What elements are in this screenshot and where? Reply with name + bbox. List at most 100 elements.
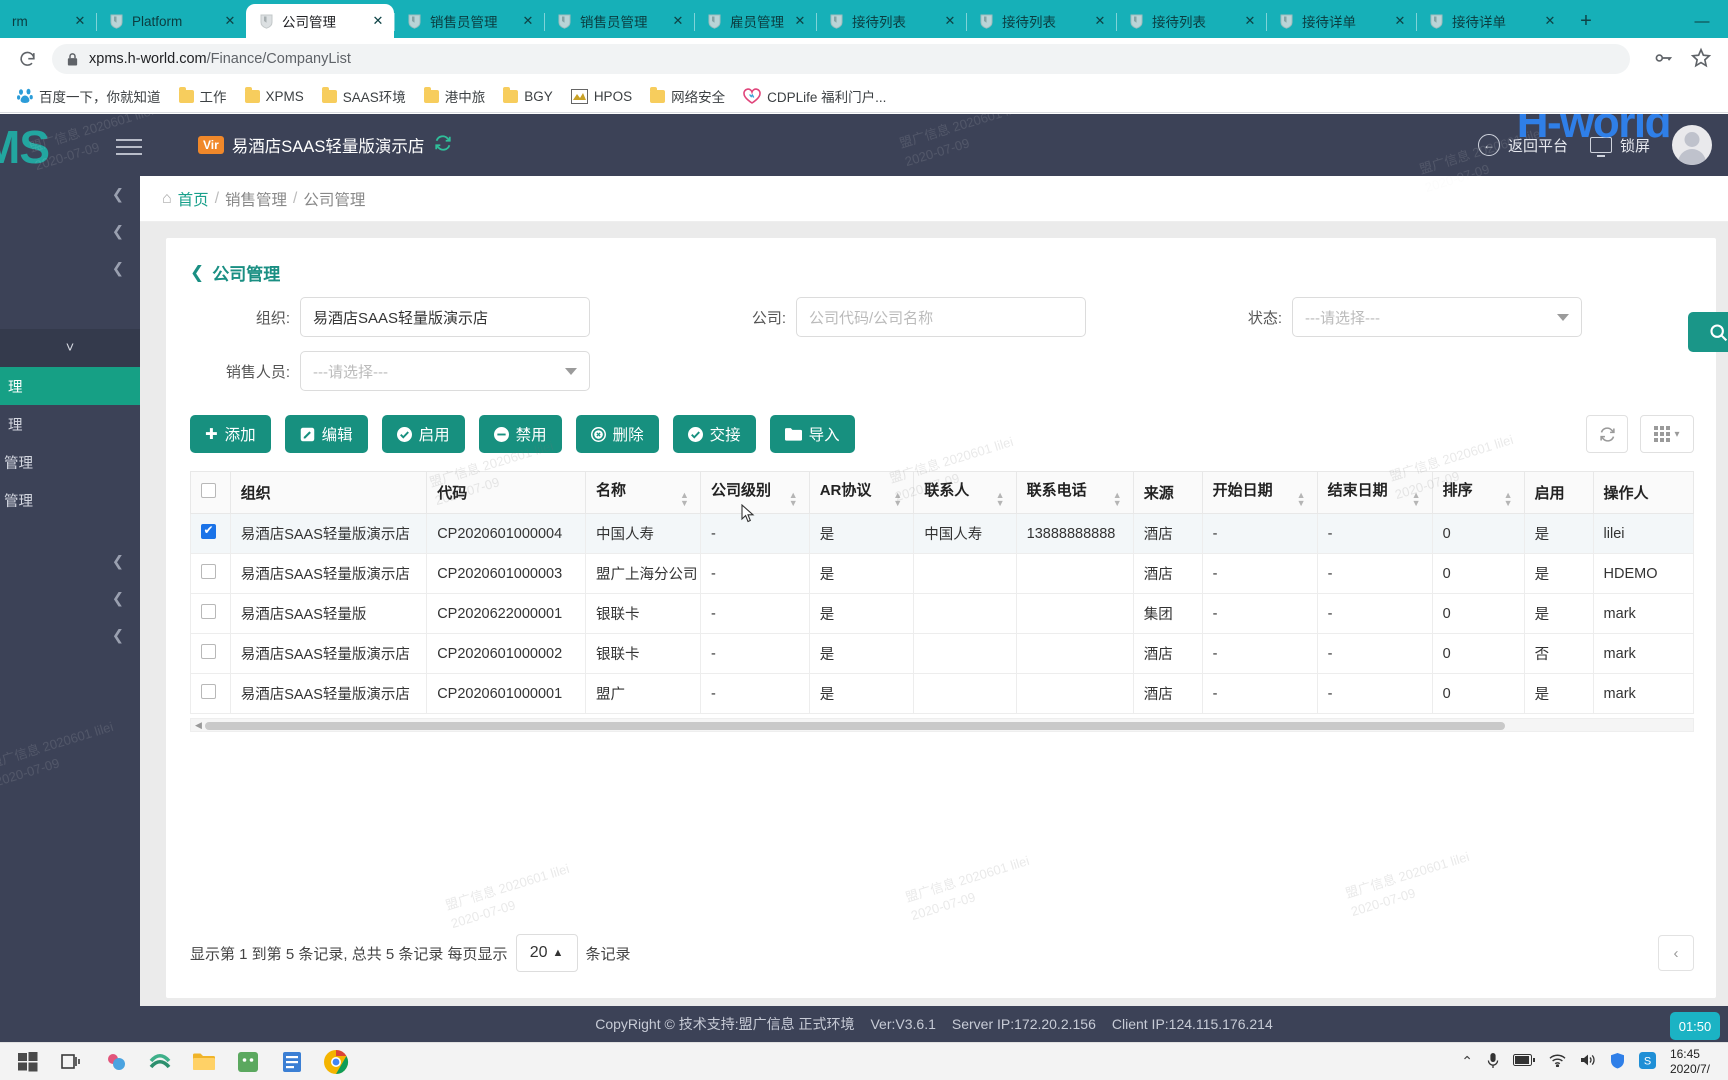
url-bar[interactable]: xpms.h-world.com/Finance/CompanyList — [52, 44, 1630, 74]
bookmark-item[interactable]: 港中旅 — [417, 83, 493, 109]
sort-arrows-icon[interactable]: ▲ ▼ — [996, 490, 1005, 507]
company-input[interactable]: 公司代码/公司名称 — [796, 297, 1086, 337]
toolbar-button-导入[interactable]: 导入 — [769, 415, 855, 453]
taskbar-clock[interactable]: 16:45 2020/7/ — [1670, 1047, 1710, 1077]
org-input[interactable]: 易酒店SAAS轻量版演示店 — [300, 297, 590, 337]
table-row[interactable]: 易酒店SAAS轻量版演示店CP2020601000004中国人寿-是中国人寿13… — [190, 513, 1695, 554]
bookmark-item[interactable]: 百度一下，你就知道 — [10, 83, 168, 109]
password-key-icon[interactable] — [1652, 47, 1676, 71]
sidebar-item-4[interactable]: 管理 — [0, 481, 140, 519]
app-icon-1[interactable] — [94, 1044, 138, 1080]
tab-close-icon[interactable]: ✕ — [1242, 13, 1258, 29]
browser-tab[interactable]: 接待详单 ✕ — [1266, 4, 1416, 38]
toolbar-button-添加[interactable]: ✚ 添加 — [190, 415, 271, 453]
breadcrumb-level2[interactable]: 销售管理 — [225, 188, 287, 210]
scrollbar-thumb[interactable] — [205, 722, 1505, 730]
table-header-end[interactable]: 结束日期 ▲ ▼ — [1317, 471, 1433, 514]
bookmark-item[interactable]: BGY — [496, 86, 560, 107]
table-row[interactable]: 易酒店SAAS轻量版 CP2020622000001 银联卡 - 是集团 - -0 是 mark — [190, 593, 1695, 634]
row-checkbox[interactable] — [201, 604, 216, 619]
column-settings-button[interactable]: ▾ — [1640, 415, 1694, 453]
tab-close-icon[interactable]: ✕ — [1542, 13, 1558, 29]
toolbar-button-启用[interactable]: 启用 — [381, 415, 465, 453]
task-view-icon[interactable] — [50, 1044, 94, 1080]
sort-arrows-icon[interactable]: ▲ ▼ — [1297, 490, 1306, 507]
table-header-phone[interactable]: 联系电话 ▲ ▼ — [1016, 471, 1134, 514]
table-header-name[interactable]: 名称 ▲ ▼ — [585, 471, 702, 514]
browser-tab[interactable]: 接待详单 ✕ — [1416, 4, 1566, 38]
prev-page-button[interactable]: ‹ — [1658, 935, 1694, 971]
shield-icon[interactable] — [1610, 1052, 1625, 1072]
sidebar-collapse-4[interactable]: ❮ — [0, 543, 140, 580]
folder-icon[interactable] — [182, 1044, 226, 1080]
row-checkbox[interactable] — [201, 684, 216, 699]
table-row[interactable]: 易酒店SAAS轻量版演示店 CP2020601000003 盟广上海分公司 - 是酒店 -… — [190, 553, 1695, 594]
row-checkbox[interactable] — [201, 644, 216, 659]
sidebar-collapse-1[interactable]: ❮ — [0, 176, 140, 213]
windows-start-icon[interactable] — [6, 1044, 50, 1080]
menu-toggle-icon[interactable] — [116, 134, 142, 160]
chevron-up-icon[interactable]: ⌃ — [1461, 1053, 1473, 1070]
new-tab-button[interactable]: + — [1570, 6, 1602, 36]
browser-tab[interactable]: 公司管理 ✕ — [246, 4, 394, 38]
window-minimize-button[interactable]: — — [1680, 6, 1724, 36]
tab-close-icon[interactable]: ✕ — [792, 13, 808, 29]
browser-tab[interactable]: 销售员管理 ✕ — [394, 4, 544, 38]
app-icon-3[interactable] — [226, 1044, 270, 1080]
wifi-icon[interactable] — [1549, 1054, 1566, 1070]
table-cell-checkbox[interactable] — [190, 553, 231, 594]
scroll-left-arrow-icon[interactable]: ◀ — [195, 720, 202, 731]
sort-arrows-icon[interactable]: ▲ ▼ — [680, 490, 689, 507]
back-chevron-icon[interactable]: ❮ — [190, 263, 204, 283]
sort-arrows-icon[interactable]: ▲ ▼ — [1504, 490, 1513, 507]
app-icon-2[interactable] — [138, 1044, 182, 1080]
table-cell-checkbox[interactable] — [190, 633, 231, 674]
sort-arrows-icon[interactable]: ▲ ▼ — [1113, 490, 1122, 507]
sidebar-collapse-5[interactable]: ❮ — [0, 580, 140, 617]
table-header-ar[interactable]: AR协议 ▲ ▼ — [809, 471, 915, 514]
sidebar-item-3[interactable]: 管理 — [0, 443, 140, 481]
chrome-icon[interactable] — [314, 1044, 358, 1080]
browser-tab[interactable]: rm ✕ — [0, 4, 96, 38]
browser-tab[interactable]: Platform ✕ — [96, 4, 246, 38]
bookmark-item[interactable]: 工作 — [172, 83, 234, 109]
bookmark-item[interactable]: HPOS — [564, 86, 639, 107]
sidebar-item-2[interactable]: 理 — [0, 405, 140, 443]
bookmark-item[interactable]: XPMS — [238, 86, 311, 107]
table-header-contact[interactable]: 联系人 ▲ ▼ — [913, 471, 1017, 514]
select-all-checkbox[interactable] — [201, 483, 216, 498]
avatar[interactable] — [1672, 125, 1712, 165]
search-button[interactable] — [1688, 312, 1728, 352]
table-cell-checkbox[interactable] — [190, 673, 231, 714]
tab-close-icon[interactable]: ✕ — [1092, 13, 1108, 29]
bookmark-item[interactable]: 网络安全 — [643, 83, 732, 109]
browser-tab[interactable]: 雇员管理 ✕ — [694, 4, 816, 38]
sidebar-collapse-2[interactable]: ❮ — [0, 213, 140, 250]
s-icon[interactable]: S — [1638, 1051, 1656, 1072]
tab-close-icon[interactable]: ✕ — [370, 13, 386, 29]
breadcrumb-home[interactable]: 首页 — [178, 188, 209, 210]
table-row[interactable]: 易酒店SAAS轻量版演示店 CP2020601000001 盟广 - 是酒店 - -0 是 ma… — [190, 673, 1695, 714]
toolbar-button-交接[interactable]: 交接 — [672, 415, 756, 453]
sidebar-group-expanded[interactable]: ˅ — [0, 329, 140, 367]
bookmark-item[interactable]: CDPLife 福利门户... — [736, 83, 893, 109]
row-checkbox[interactable] — [201, 523, 216, 539]
tab-close-icon[interactable]: ✕ — [520, 13, 536, 29]
sort-arrows-icon[interactable]: ▲ ▼ — [893, 490, 902, 507]
sort-arrows-icon[interactable]: ▲ ▼ — [789, 490, 798, 507]
tab-close-icon[interactable]: ✕ — [1392, 13, 1408, 29]
hotel-selector[interactable]: Vir 易酒店SAAS轻量版演示店 — [198, 133, 452, 157]
row-checkbox[interactable] — [201, 564, 216, 579]
browser-tab[interactable]: 销售员管理 ✕ — [544, 4, 694, 38]
sales-select[interactable]: ---请选择--- — [300, 351, 590, 391]
browser-tab[interactable]: 接待列表 ✕ — [966, 4, 1116, 38]
bookmark-star-icon[interactable] — [1690, 47, 1714, 71]
volume-icon[interactable] — [1580, 1053, 1596, 1070]
battery-icon[interactable] — [1512, 1054, 1535, 1069]
toolbar-button-删除[interactable]: 删除 — [575, 415, 659, 453]
sidebar-collapse-3[interactable]: ❮ — [0, 250, 140, 287]
tab-close-icon[interactable]: ✕ — [670, 13, 686, 29]
bookmark-item[interactable]: SAAS环境 — [315, 83, 413, 109]
sort-arrows-icon[interactable]: ▲ ▼ — [1412, 490, 1421, 507]
refresh-table-button[interactable] — [1586, 415, 1628, 453]
